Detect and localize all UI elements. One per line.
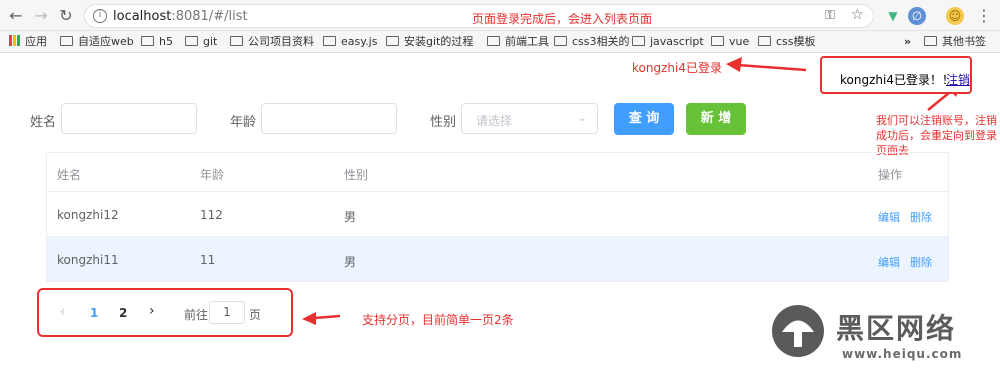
prev-page-button[interactable]: ‹ (60, 304, 66, 320)
age-label: 年龄 (230, 115, 257, 130)
logout-link[interactable]: 注销 (946, 71, 970, 88)
gender-label: 性别 (430, 115, 457, 130)
delete-button[interactable]: 删除 (910, 254, 932, 270)
arrow-head (302, 312, 316, 325)
column-header: 姓名 (57, 168, 82, 182)
next-page-button[interactable]: › (149, 303, 155, 319)
pagination: ‹ 1 2 › 前往 1 页 (37, 288, 293, 337)
table-row: kongzhi12 112 男 编辑 删除 (47, 192, 948, 237)
goto-label: 前往 (184, 308, 209, 322)
mushroom-icon (782, 320, 814, 347)
cell-name: kongzhi12 (57, 208, 119, 222)
top-annotation: 页面登录完成后，会进入列表页面 (472, 12, 653, 26)
login-status-text: kongzhi4已登录！！ (840, 73, 954, 87)
gender-placeholder: 请选择 (476, 114, 513, 128)
pager-annotation: 支持分页，目前简单一页2条 (362, 313, 514, 327)
chevron-down-icon: ⌄ (577, 111, 587, 124)
column-header: 性别 (344, 168, 369, 182)
column-header: 操作 (878, 168, 903, 182)
name-label: 姓名 (30, 115, 57, 130)
cell-age: 112 (200, 208, 223, 222)
cell-gender: 男 (344, 255, 357, 269)
column-header: 年龄 (200, 168, 225, 182)
watermark-text: 黑区网络 (836, 312, 957, 345)
cell-gender: 男 (344, 210, 357, 224)
page-number-active[interactable]: 1 (90, 306, 98, 320)
query-button[interactable]: 查 询 (614, 103, 674, 135)
edit-button[interactable]: 编辑 (878, 209, 900, 225)
arrow-line (313, 314, 341, 320)
login-annotation: kongzhi4已登录 (632, 61, 722, 75)
table-row: kongzhi11 11 男 编辑 删除 (47, 237, 948, 281)
gender-select[interactable]: 请选择 ⌄ (461, 103, 598, 134)
arrow-line (737, 63, 807, 72)
edit-button[interactable]: 编辑 (878, 254, 900, 270)
add-button[interactable]: 新 增 (686, 103, 746, 135)
age-input[interactable] (261, 103, 397, 134)
page-number[interactable]: 2 (119, 306, 127, 320)
table-header: 姓名 年龄 性别 操作 (47, 153, 948, 192)
goto-page-input[interactable]: 1 (209, 301, 245, 324)
watermark-url: www.heiqu.com (842, 347, 963, 361)
delete-button[interactable]: 删除 (910, 209, 932, 225)
login-status-box: kongzhi4已登录！！ 注销 (820, 56, 972, 94)
name-input[interactable] (61, 103, 197, 134)
page-suffix: 页 (249, 308, 262, 322)
arrow-head (726, 57, 742, 72)
cell-name: kongzhi11 (57, 253, 119, 267)
user-table: 姓名 年龄 性别 操作 kongzhi12 112 男 编辑 删除 kongzh… (46, 152, 949, 282)
watermark-logo (772, 305, 824, 357)
cell-age: 11 (200, 253, 216, 267)
